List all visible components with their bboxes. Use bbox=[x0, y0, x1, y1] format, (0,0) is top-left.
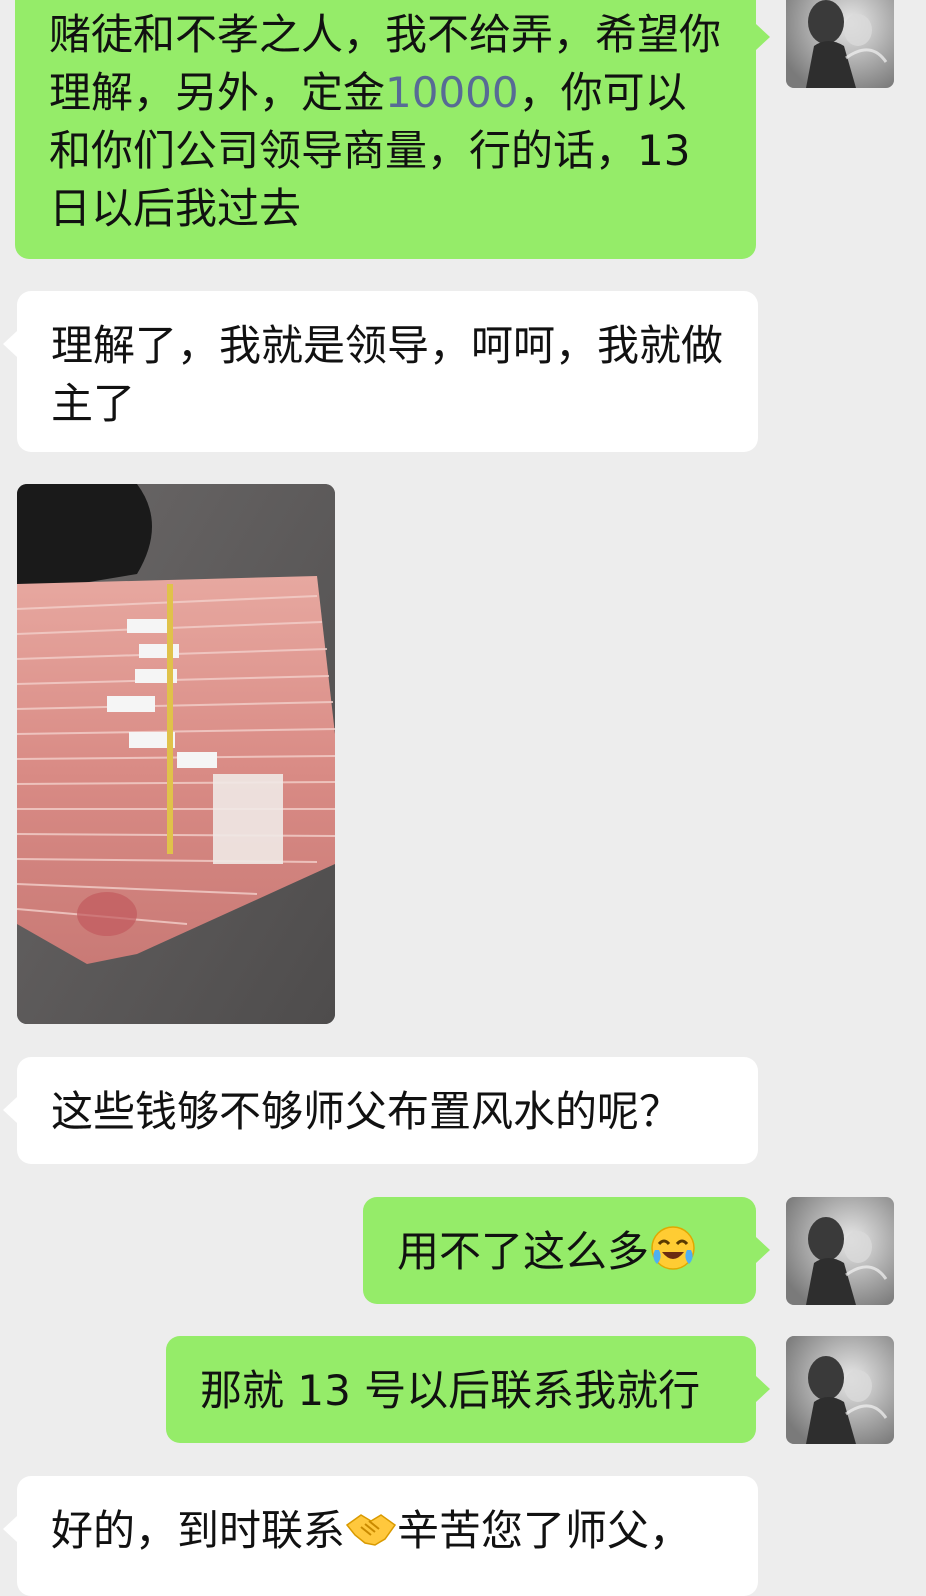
received-message-bubble[interactable]: 这些钱够不够师父布置风水的呢？ bbox=[3, 1057, 758, 1164]
message-text: 这些钱够不够师父布置风水的呢？ bbox=[51, 1087, 682, 1136]
message-text: 那就 13 号以后联系我就行 bbox=[200, 1366, 701, 1415]
received-message-bubble[interactable]: 好的，到时联系 辛苦您了师父， bbox=[3, 1476, 758, 1596]
message-text: 理解了，我就是领导，呵呵，我就做主了 bbox=[51, 321, 724, 428]
bubble-tail bbox=[3, 1097, 17, 1123]
crying-laughing-emoji-icon bbox=[649, 1224, 697, 1287]
bubble-tail bbox=[3, 1516, 17, 1542]
bubble-tail bbox=[756, 24, 770, 50]
bubble-tail bbox=[3, 331, 17, 357]
sent-message-bubble[interactable]: 用不了这么多 bbox=[363, 1197, 770, 1304]
message-text: 好的，到时联系 bbox=[51, 1506, 346, 1555]
sent-message-bubble[interactable]: 赌徒和不孝之人，我不给弄，希望你理解，另外，定金10000，你可以和你们公司领导… bbox=[15, 0, 770, 259]
bubble-tail bbox=[756, 1237, 770, 1263]
received-message-bubble[interactable]: 理解了，我就是领导，呵呵，我就做主了 bbox=[3, 291, 758, 452]
chat-message-list: 赌徒和不孝之人，我不给弄，希望你理解，另外，定金10000，你可以和你们公司领导… bbox=[0, 0, 926, 1596]
user-avatar[interactable] bbox=[786, 1197, 894, 1305]
message-text: 辛苦您了师父， bbox=[397, 1506, 692, 1555]
sent-message-bubble[interactable]: 那就 13 号以后联系我就行 bbox=[166, 1336, 770, 1443]
user-avatar[interactable] bbox=[786, 1336, 894, 1444]
money-photo[interactable] bbox=[17, 484, 335, 1024]
handshake-emoji-icon bbox=[345, 1507, 397, 1566]
deposit-amount-link[interactable]: 10000 bbox=[385, 68, 519, 117]
bubble-tail bbox=[756, 1376, 770, 1402]
user-avatar[interactable] bbox=[786, 0, 894, 88]
message-text: 用不了这么多 bbox=[397, 1227, 650, 1276]
